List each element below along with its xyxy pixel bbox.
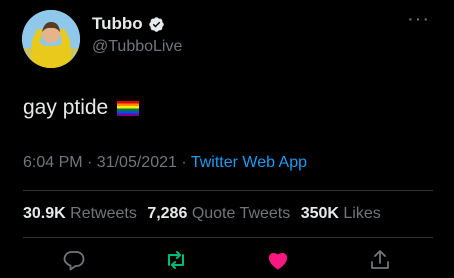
tweet-header: Tubbo @TubboLive ··· bbox=[0, 0, 454, 80]
heart-icon[interactable] bbox=[266, 248, 290, 272]
likes-count: 350K bbox=[300, 205, 339, 222]
tweet-text: gay ptide bbox=[23, 96, 140, 120]
retweets-stat[interactable]: 30.9K Retweets bbox=[23, 205, 137, 222]
tweet-body: gay ptide bbox=[23, 96, 109, 119]
tweet-meta: 6:04 PM · 31/05/2021 · Twitter Web App bbox=[23, 154, 307, 172]
share-icon[interactable] bbox=[368, 248, 392, 272]
retweets-count: 30.9K bbox=[23, 205, 66, 222]
retweet-icon[interactable] bbox=[164, 248, 188, 272]
tweet-timestamp[interactable]: 6:04 PM · 31/05/2021 · bbox=[23, 154, 191, 171]
author-display-name[interactable]: Tubbo bbox=[92, 14, 143, 34]
avatar[interactable] bbox=[22, 10, 80, 68]
quote-tweets-label: Quote Tweets bbox=[191, 205, 291, 222]
quote-tweets-stat[interactable]: 7,286 Quote Tweets bbox=[147, 205, 290, 222]
tweet-source-link[interactable]: Twitter Web App bbox=[191, 154, 307, 171]
divider bbox=[23, 237, 433, 238]
more-options-icon[interactable]: ··· bbox=[407, 8, 430, 31]
likes-label: Likes bbox=[343, 205, 381, 222]
rainbow-flag-icon bbox=[117, 100, 140, 116]
likes-stat[interactable]: 350K Likes bbox=[301, 205, 381, 222]
reply-icon[interactable] bbox=[62, 248, 86, 272]
verified-badge-icon bbox=[148, 16, 164, 32]
divider bbox=[23, 190, 433, 191]
author-name-row: Tubbo bbox=[92, 14, 165, 34]
author-handle[interactable]: @TubboLive bbox=[92, 38, 182, 56]
tweet-stats: 30.9K Retweets 7,286 Quote Tweets 350K L… bbox=[23, 205, 387, 223]
quote-tweets-count: 7,286 bbox=[147, 205, 188, 222]
tweet-actions bbox=[0, 248, 454, 278]
retweets-label: Retweets bbox=[70, 205, 137, 222]
